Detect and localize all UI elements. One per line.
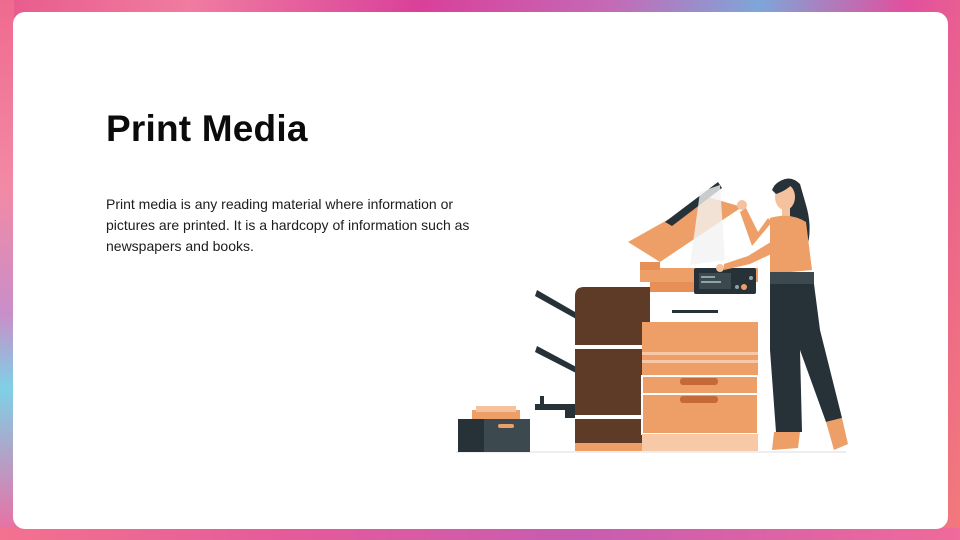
woman-using-photocopier-illustration — [456, 178, 848, 453]
paper-box-icon — [458, 406, 530, 452]
scanner-lid — [628, 182, 742, 270]
slide-body-text: Print media is any reading material wher… — [106, 196, 470, 254]
control-panel-icon — [694, 268, 756, 294]
photocopier-body — [640, 268, 759, 451]
frame-bottom-gradient — [0, 528, 960, 540]
finisher-unit — [575, 287, 650, 451]
output-trays — [535, 290, 582, 418]
slide-title: Print Media — [106, 108, 308, 149]
frame-left-gradient — [0, 0, 14, 540]
